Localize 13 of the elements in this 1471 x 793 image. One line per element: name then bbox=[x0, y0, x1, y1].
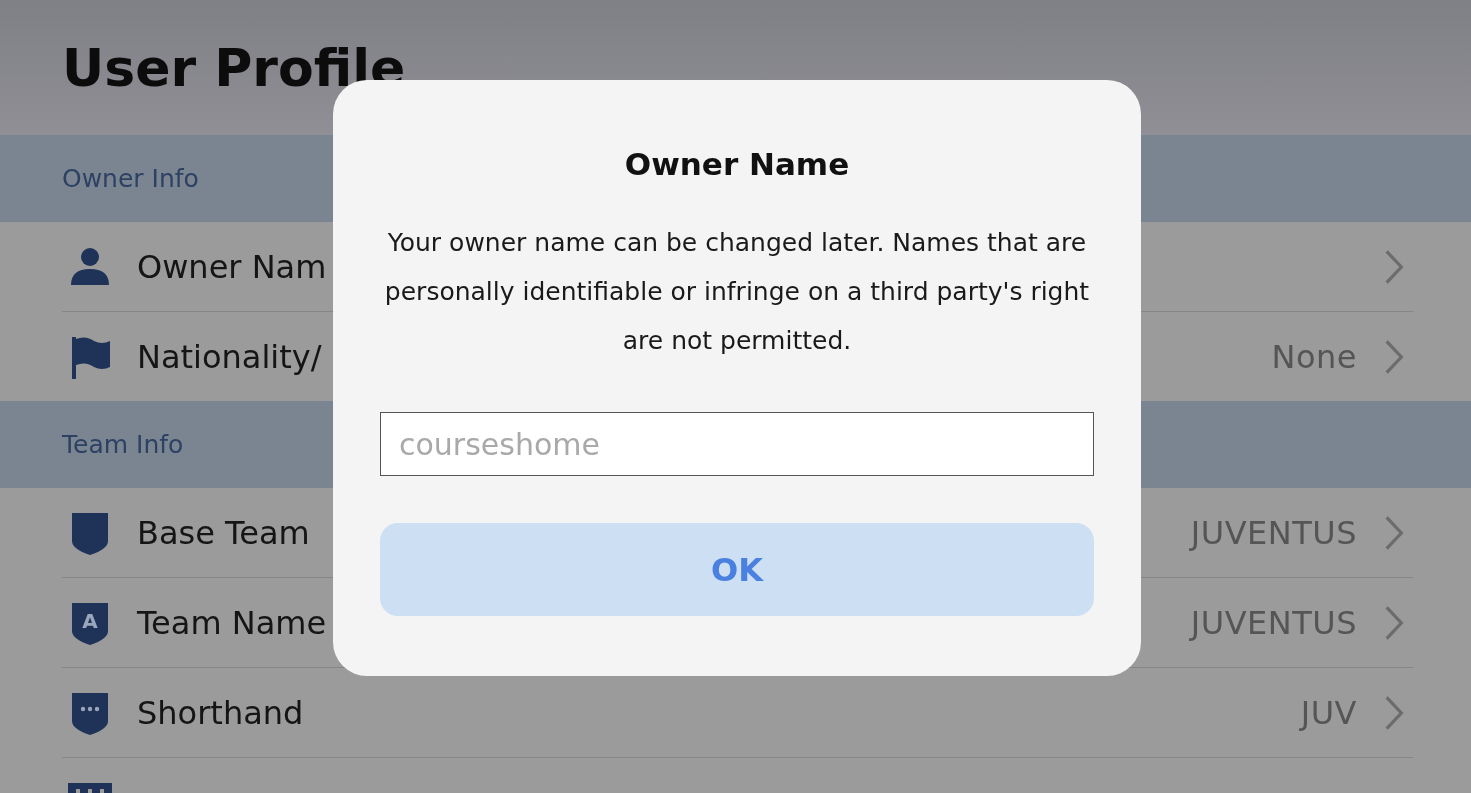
row-value: JUVENTUS bbox=[1190, 603, 1357, 642]
row-value: JUVENTUS bbox=[1190, 513, 1357, 552]
row-label: Owner Nam bbox=[137, 247, 327, 286]
dialog-title: Owner Name bbox=[624, 146, 850, 182]
row-value: None bbox=[1271, 337, 1357, 376]
row-value: JUV bbox=[1300, 693, 1357, 732]
section-title: Owner Info bbox=[62, 164, 199, 193]
row-label: Nationality/ bbox=[137, 337, 322, 376]
row-label: Base Team bbox=[137, 513, 310, 552]
section-title: Team Info bbox=[62, 430, 184, 459]
dialog-message: Your owner name can be changed later. Names that are personally identifiable or infringe on a third party's right are not permitted. bbox=[383, 227, 1091, 357]
row-label: Shorthand bbox=[137, 693, 304, 732]
row-label: Team Name bbox=[137, 603, 327, 642]
